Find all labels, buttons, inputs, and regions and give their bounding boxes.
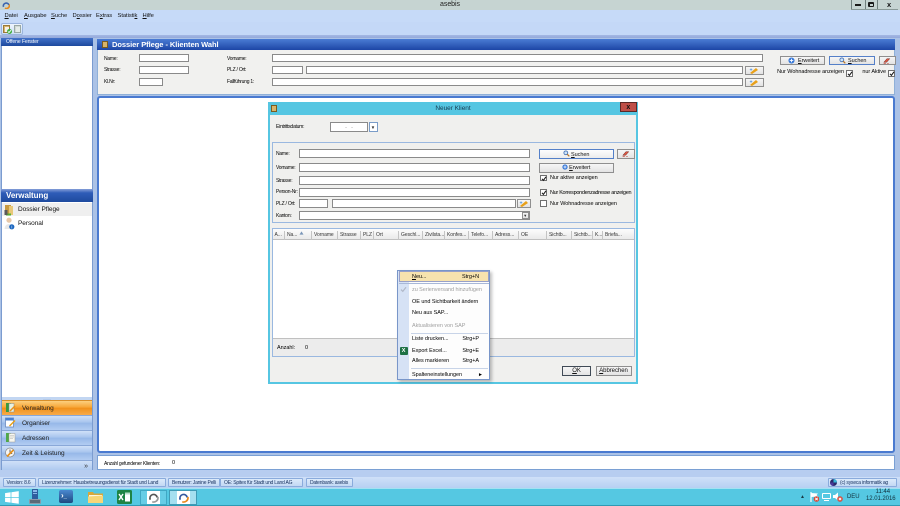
svg-text:i: i xyxy=(11,225,12,230)
